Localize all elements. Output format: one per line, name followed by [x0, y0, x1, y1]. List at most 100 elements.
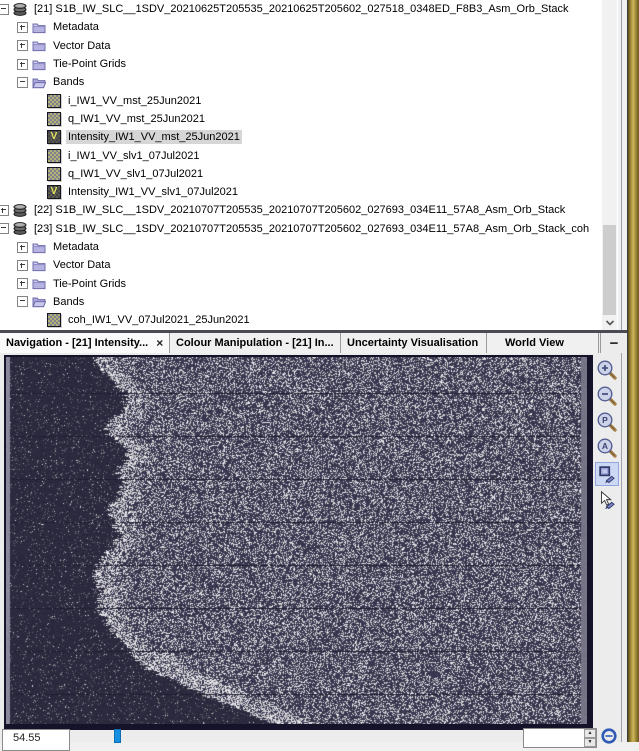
collapse-toggle-icon[interactable] [17, 296, 28, 308]
raster-band-icon [47, 313, 61, 328]
viewer-tool-column: PA [595, 358, 621, 514]
folder-icon [32, 261, 46, 271]
tab-uncertainty-visualisation-label: Uncertainty Visualisation [347, 337, 479, 349]
tree-node-label[interactable]: i_IW1_VV_mst_25Jun2021 [66, 94, 203, 108]
folder-open-icon [32, 297, 46, 308]
folder-icon [32, 41, 46, 52]
tree-row[interactable]: Vector Data [0, 256, 618, 274]
zoom-factor-field[interactable]: 54.55 [2, 729, 70, 751]
dock-tab-bar: Navigation - [21] Intensity... × Colour … [0, 333, 627, 353]
raster-band-icon [47, 148, 61, 163]
sar-image-canvas[interactable] [6, 357, 587, 724]
tree-node-label[interactable]: Bands [51, 295, 86, 309]
product-explorer-tree: [21] S1B_IW_SLC__1SDV_20210625T205535_20… [0, 0, 618, 330]
tree-row[interactable]: Tie-Point Grids [0, 274, 618, 292]
expand-toggle-icon[interactable] [17, 259, 28, 271]
tab-world-view-label: World View [505, 337, 564, 349]
tree-node-label[interactable]: Intensity_IW1_VV_slv1_07Jul2021 [66, 185, 240, 199]
tab-uncertainty-visualisation[interactable]: Uncertainty Visualisation [341, 333, 487, 353]
tree-row[interactable]: Metadata [0, 238, 618, 256]
sar-image-frame [4, 355, 593, 730]
spinner-up-icon[interactable]: ▲ [584, 729, 596, 738]
folder-icon [32, 60, 46, 70]
tab-colour-manipulation-label: Colour Manipulation - [21] In... [176, 337, 334, 349]
tree-node-label[interactable]: Vector Data [51, 258, 112, 272]
virtual-band-icon: V [47, 130, 61, 145]
tree-row[interactable]: q_IW1_VV_slv1_07Jul2021 [0, 165, 618, 183]
expand-toggle-icon[interactable] [17, 278, 28, 290]
tree-node-label[interactable]: [21] S1B_IW_SLC__1SDV_20210625T205535_20… [32, 2, 571, 16]
scroll-down-arrow-icon[interactable] [602, 315, 617, 330]
tree-node-label[interactable]: Bands [51, 75, 86, 89]
product-icon [13, 2, 27, 16]
tree-node-label[interactable]: Tie-Point Grids [51, 277, 128, 291]
raster-band-icon [47, 166, 61, 181]
collapse-toggle-icon[interactable] [0, 223, 9, 235]
tree-scrollbar-thumb[interactable] [603, 225, 616, 315]
tab-colour-manipulation[interactable]: Colour Manipulation - [21] In... [170, 333, 341, 353]
tree-node-label[interactable]: q_IW1_VV_mst_25Jun2021 [66, 112, 207, 126]
window-edge-strip [627, 0, 639, 742]
raster-band-icon [47, 111, 61, 126]
panel-edge-line [621, 353, 622, 742]
zoom-out-icon[interactable] [595, 384, 619, 408]
folder-icon [32, 279, 46, 290]
tree-node-label[interactable]: Intensity_IW1_VV_mst_25Jun2021 [66, 130, 242, 145]
tree-row[interactable]: coh_IW1_VV_07Jul2021_25Jun2021 [0, 311, 618, 329]
folder-icon [32, 243, 46, 253]
zoom-slider-handle[interactable] [114, 729, 121, 743]
tab-navigation[interactable]: Navigation - [21] Intensity... × [0, 333, 170, 353]
tree-row[interactable]: Bands [0, 293, 618, 311]
expand-toggle-icon[interactable] [17, 58, 28, 70]
zoom-all-icon[interactable]: A [595, 436, 619, 460]
minimize-panel-button[interactable]: − [600, 333, 627, 353]
tree-row[interactable]: Bands [0, 73, 618, 91]
tree-node-label[interactable]: Tie-Point Grids [51, 57, 128, 71]
svg-text:P: P [602, 415, 608, 425]
zoom-to-pixel-icon[interactable]: P [595, 410, 619, 434]
tree-node-label[interactable]: [23] S1B_IW_SLC__1SDV_20210707T205535_20… [32, 222, 591, 236]
navigation-view-panel: PA 54.55 ▲ ▼ [0, 353, 627, 751]
pointer-drawing-tool-icon[interactable] [595, 488, 619, 512]
folder-icon [32, 23, 46, 34]
tree-node-label[interactable]: i_IW1_VV_slv1_07Jul2021 [66, 149, 201, 163]
zoom-in-icon[interactable] [595, 358, 619, 382]
rectangle-drawing-tool-icon[interactable] [595, 462, 619, 486]
expand-toggle-icon[interactable] [17, 241, 28, 253]
tree-row[interactable]: Vector Data [0, 37, 618, 55]
collapse-toggle-icon[interactable] [0, 3, 9, 15]
sync-view-icon[interactable] [600, 727, 618, 745]
tree-row[interactable]: V Intensity_IW1_VV_mst_25Jun2021 [0, 128, 618, 146]
product-icon [13, 204, 27, 217]
tree-node-label[interactable]: [22] S1B_IW_SLC__1SDV_20210707T205535_20… [32, 203, 567, 217]
close-icon[interactable]: × [156, 337, 163, 349]
tab-navigation-label: Navigation - [21] Intensity... [6, 337, 149, 349]
tree-row[interactable]: [22] S1B_IW_SLC__1SDV_20210707T205535_20… [0, 201, 618, 219]
collapse-toggle-icon[interactable] [17, 76, 28, 88]
tree-node-label[interactable]: Metadata [51, 20, 101, 34]
svg-text:A: A [602, 441, 608, 451]
tree-row[interactable]: Metadata [0, 18, 618, 36]
tree-row[interactable]: [23] S1B_IW_SLC__1SDV_20210707T205535_20… [0, 220, 618, 238]
tree-row[interactable]: Tie-Point Grids [0, 55, 618, 73]
folder-open-icon [32, 78, 46, 88]
expand-toggle-icon[interactable] [17, 40, 28, 52]
tree-row[interactable]: i_IW1_VV_mst_25Jun2021 [0, 91, 618, 109]
tree-node-label[interactable]: q_IW1_VV_slv1_07Jul2021 [66, 167, 205, 181]
tree-scrollbar[interactable] [602, 0, 617, 330]
tree-row[interactable]: V Intensity_IW1_VV_slv1_07Jul2021 [0, 183, 618, 201]
product-icon [13, 222, 27, 236]
tree-node-label[interactable]: Metadata [51, 240, 101, 254]
tree-node-label[interactable]: Vector Data [51, 39, 112, 53]
tree-row[interactable]: q_IW1_VV_mst_25Jun2021 [0, 110, 618, 128]
spinner-down-icon[interactable]: ▼ [584, 738, 596, 747]
rotation-angle-spinner[interactable]: ▲ ▼ [523, 728, 597, 748]
tree-node-label[interactable]: coh_IW1_VV_07Jul2021_25Jun2021 [66, 313, 252, 327]
expand-toggle-icon[interactable] [17, 21, 28, 33]
tree-row[interactable]: [21] S1B_IW_SLC__1SDV_20210625T205535_20… [0, 0, 618, 18]
tab-world-view[interactable]: World View [487, 333, 599, 353]
tree-panel-edge [618, 0, 627, 333]
expand-toggle-icon[interactable] [0, 204, 9, 216]
tree-row[interactable]: i_IW1_VV_slv1_07Jul2021 [0, 146, 618, 164]
virtual-band-icon: V [47, 185, 61, 200]
